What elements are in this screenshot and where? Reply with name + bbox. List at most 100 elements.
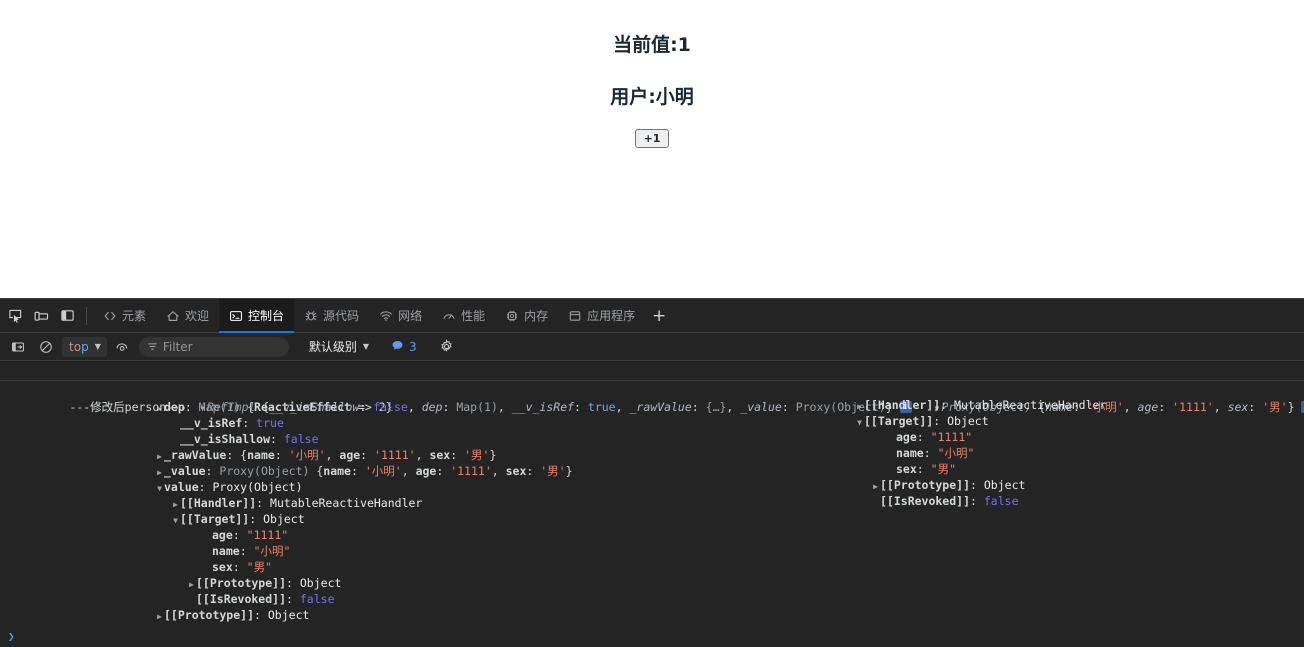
object-tree-row[interactable]: ▶ [[Prototype]]: Object	[855, 477, 1106, 493]
tree-toggle-arrow[interactable]: ▼	[155, 481, 164, 497]
object-tree-left: ▶ dep: Map(1) {ReactiveEffect => 2} __v_i…	[0, 399, 1304, 623]
tree-key: [[Target]]	[180, 512, 250, 526]
gauge-icon	[442, 309, 456, 323]
dock-side-icon[interactable]	[54, 303, 80, 329]
object-tree-row[interactable]: [[IsRevoked]]: false	[855, 493, 1106, 509]
tree-key: _rawValue	[164, 448, 227, 462]
prop-key: __v_isRef	[511, 400, 575, 414]
prop-key: dep	[421, 400, 443, 414]
tab-label: 源代码	[323, 309, 360, 323]
database-icon	[568, 309, 582, 323]
object-tree-row[interactable]: ▶ [[Prototype]]: Object	[0, 575, 1304, 591]
object-tree-right: ▶ [[Handler]]: MutableReactiveHandler ▼ [[T…	[855, 397, 1106, 509]
object-tree-row[interactable]: age: "1111"	[855, 429, 1106, 445]
object-tree-row[interactable]: age: "1111"	[0, 527, 1304, 543]
object-tree-row[interactable]: ▼ [[Target]]: Object	[0, 511, 1304, 527]
console-message-expanded[interactable]: ---修改后person--- ▼ RefImpl {__v_isShallow: …	[0, 381, 1304, 626]
object-tree-row[interactable]: __v_isRef: true	[0, 415, 1304, 431]
tree-value: Proxy(Object) {name: '小明', age: '1111', …	[219, 464, 573, 478]
tree-value: Object	[947, 414, 989, 428]
tab-performance[interactable]: 性能	[432, 299, 495, 333]
chat-bubble-icon	[391, 337, 404, 356]
tree-key: value	[164, 480, 199, 494]
device-toolbar-icon[interactable]	[28, 303, 54, 329]
tree-key: sex	[212, 560, 233, 574]
tree-key: [[IsRevoked]]	[880, 494, 971, 508]
object-tree-row[interactable]: ▶ [[Handler]]: MutableReactiveHandler	[0, 495, 1304, 511]
message-count: 3	[409, 339, 417, 354]
console-prompt-caret[interactable]: ❯	[8, 629, 15, 645]
tree-key: sex	[896, 462, 917, 476]
tree-value: "小明"	[937, 446, 975, 460]
increment-button[interactable]: +1	[634, 129, 670, 148]
prop-val: false	[373, 400, 408, 414]
console-filter-input[interactable]: Filter	[138, 336, 289, 357]
collapse-arrow[interactable]: ▼	[198, 401, 207, 417]
tree-toggle-arrow[interactable]: ▶	[155, 609, 164, 625]
tab-console[interactable]: 控制台	[219, 298, 295, 333]
devtools-tabstrip: 元素 欢迎 控制台 源代码 网络 性能 内存 应用程序 +	[0, 298, 1304, 333]
tab-memory[interactable]: 内存	[495, 299, 558, 333]
sidebar-toggle-icon[interactable]	[6, 336, 30, 358]
console-message-list[interactable]: ---修改前person---▶RefImpl {__v_isShallow: …	[0, 361, 1304, 647]
chevron-down-icon: ▼	[362, 342, 370, 351]
console-icon	[229, 309, 243, 323]
prop-key: __v_isShallow	[269, 400, 360, 414]
current-value-text: 当前值:1	[613, 34, 691, 56]
object-tree-row[interactable]: ▼ [[Target]]: Object	[855, 413, 1106, 429]
object-tree-row[interactable]: ▶ _rawValue: {name: '小明', age: '1111', se…	[0, 447, 1304, 463]
settings-gear-icon[interactable]	[435, 336, 459, 358]
tree-value: false	[283, 432, 319, 446]
tree-toggle-arrow[interactable]: ▼	[171, 513, 180, 529]
tab-application[interactable]: 应用程序	[558, 299, 645, 333]
prop-key: _value	[740, 400, 782, 414]
browser-page-viewport: 当前值:1 用户:小明 +1	[0, 0, 1304, 298]
object-tree-row[interactable]: name: "小明"	[0, 543, 1304, 559]
tab-label: 控制台	[248, 309, 285, 323]
console-message-collapsed[interactable]: ---修改前person---▶RefImpl {__v_isShallow: …	[0, 361, 1304, 394]
tab-network[interactable]: 网络	[369, 299, 432, 333]
tree-key: [[Target]]	[864, 414, 934, 428]
object-tree-row[interactable]: ▶ [[Prototype]]: Object	[0, 607, 1304, 623]
prop-key: _rawValue	[629, 400, 692, 414]
prop-val: {…}	[705, 400, 727, 414]
tree-key: [[Prototype]]	[164, 608, 255, 622]
prop-val: Map(1)	[456, 400, 498, 414]
object-tree-row[interactable]: sex: "男"	[855, 461, 1106, 477]
clear-console-icon[interactable]	[34, 336, 58, 358]
button-row: +1	[0, 129, 1304, 148]
object-tree-row[interactable]: ▼ value: Proxy(Object)	[0, 479, 1304, 495]
tree-value: "男"	[246, 560, 272, 574]
message-count-indicator[interactable]: 3	[391, 337, 417, 356]
console-options-bar: top ▼ Filter 默认级别 ▼ 3	[0, 333, 1304, 361]
tree-key: name	[896, 446, 924, 460]
log-level-selector[interactable]: 默认级别 ▼	[309, 338, 369, 355]
live-expression-icon[interactable]	[111, 336, 135, 358]
tree-key: [[Handler]]	[180, 496, 257, 510]
inspect-element-icon[interactable]	[2, 303, 28, 329]
execution-context-selector[interactable]: top ▼	[62, 336, 107, 357]
tab-welcome[interactable]: 欢迎	[156, 299, 219, 333]
tree-value: {name: '小明', age: '1111', sex: '男'}	[240, 448, 497, 462]
object-tree-row[interactable]: ▶ _value: Proxy(Object) {name: '小明', age:…	[0, 463, 1304, 479]
proxy-sex-value: '男'	[1262, 400, 1288, 414]
tree-key: [[Prototype]]	[196, 576, 287, 590]
object-tree-row[interactable]: name: "小明"	[855, 445, 1106, 461]
home-icon	[166, 309, 180, 323]
tree-key: __v_isRef	[180, 416, 243, 430]
tab-elements[interactable]: 元素	[93, 299, 156, 333]
tree-value: "1111"	[246, 528, 289, 542]
object-tree-row[interactable]: ▶ [[Handler]]: MutableReactiveHandler	[855, 397, 1106, 413]
tree-value: Object	[263, 512, 305, 526]
tree-value: "小明"	[253, 544, 291, 558]
log-level-label: 默认级别	[308, 340, 357, 354]
add-panel-button[interactable]: +	[645, 299, 673, 333]
object-tree-row[interactable]: sex: "男"	[0, 559, 1304, 575]
tree-toggle-arrow[interactable]: ▼	[855, 415, 864, 431]
tab-sources[interactable]: 源代码	[294, 299, 369, 333]
tab-label: 应用程序	[587, 309, 636, 323]
proxy-age-value: '1111'	[1172, 400, 1214, 414]
object-tree-row[interactable]: [[IsRevoked]]: false	[0, 591, 1304, 607]
object-tree-row[interactable]: __v_isShallow: false	[0, 431, 1304, 447]
tab-label: 元素	[122, 309, 147, 323]
